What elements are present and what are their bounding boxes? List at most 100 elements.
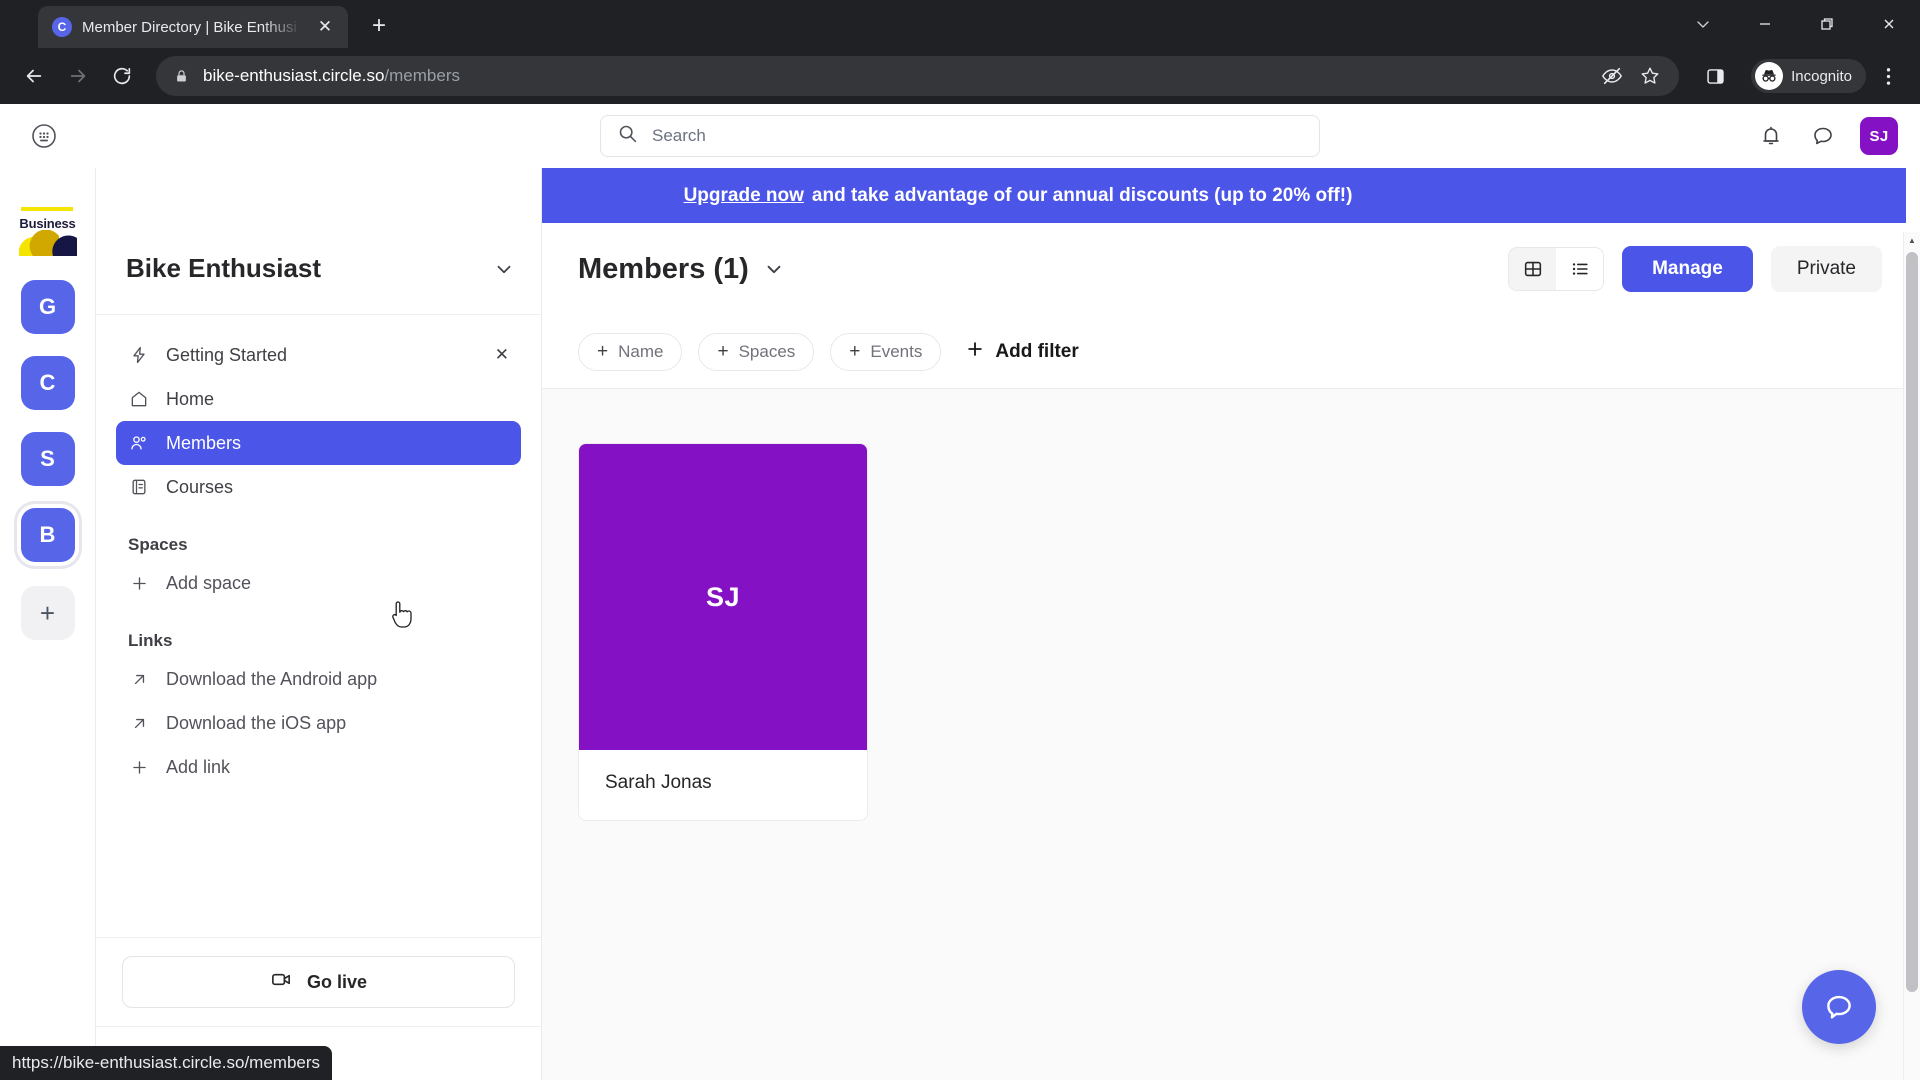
- sidebar-header[interactable]: Bike Enthusiast: [96, 223, 541, 315]
- members-grid: SJ Sarah Jonas: [542, 389, 1920, 1080]
- link-download-android-app[interactable]: Download the Android app: [116, 657, 521, 701]
- close-tab-button[interactable]: ✕: [312, 14, 338, 40]
- app-body: Business G C S B + Bike Enthusiast Getti…: [0, 168, 1920, 1080]
- profile-label: Incognito: [1791, 67, 1852, 85]
- reload-button[interactable]: [102, 56, 142, 96]
- apps-grid-circle-icon[interactable]: [22, 114, 66, 158]
- filter-chip-label: Events: [870, 341, 923, 361]
- add-space-label: Add space: [166, 572, 252, 593]
- sidebar-item-label: Members: [166, 432, 242, 453]
- bell-notification-icon[interactable]: [1756, 121, 1786, 151]
- plus-icon: +: [597, 341, 609, 362]
- scrollbar-thumb[interactable]: [1906, 252, 1918, 992]
- members-header: Members (1) Manage Private: [542, 223, 1920, 315]
- address-bar[interactable]: bike-enthusiast.circle.so/members: [156, 56, 1680, 96]
- app-header-actions: SJ: [1756, 117, 1898, 155]
- sidebar-item-getting-started[interactable]: Getting Started ✕: [116, 333, 521, 377]
- url-domain: bike-enthusiast.circle.so: [203, 66, 385, 85]
- add-link-button[interactable]: Add link: [116, 745, 521, 789]
- minimize-to-tray-button[interactable]: [1672, 0, 1734, 48]
- link-download-ios-app[interactable]: Download the iOS app: [116, 701, 521, 745]
- filter-chip-label: Spaces: [738, 341, 796, 361]
- search-wrap: Search: [600, 115, 1320, 157]
- community-b[interactable]: B: [17, 504, 79, 566]
- community-g[interactable]: G: [17, 276, 79, 338]
- list-view-button[interactable]: [1556, 248, 1604, 290]
- sidebar-item-courses[interactable]: Courses: [116, 465, 521, 509]
- tracking-protection-icon[interactable]: [1601, 65, 1623, 87]
- filter-chip-name[interactable]: + Name: [578, 332, 683, 371]
- search-icon: [617, 123, 638, 149]
- incognito-profile-button[interactable]: Incognito: [1751, 59, 1866, 93]
- rail-tile-letter: S: [20, 432, 75, 486]
- filter-chip-events[interactable]: + Events: [830, 332, 942, 371]
- tab-title: Member Directory | Bike Enthusi: [82, 18, 297, 36]
- circle-favicon: C: [52, 17, 72, 37]
- user-avatar[interactable]: SJ: [1860, 117, 1898, 155]
- members-main: Members (1) Manage Private + Name + Spac…: [542, 223, 1920, 1080]
- back-button[interactable]: [14, 56, 54, 96]
- view-toggle: [1508, 247, 1605, 291]
- close-window-button[interactable]: [1858, 0, 1920, 48]
- plus-icon: +: [849, 341, 861, 362]
- bookmark-star-icon[interactable]: [1639, 65, 1661, 87]
- community-c[interactable]: C: [17, 352, 79, 414]
- external-link-arrow-icon: [128, 670, 150, 689]
- dismiss-getting-started-button[interactable]: ✕: [495, 345, 509, 365]
- community-sidebar: Bike Enthusiast Getting Started ✕ Home M…: [96, 168, 542, 1080]
- search-placeholder: Search: [652, 126, 706, 145]
- filter-chip-spaces[interactable]: + Spaces: [698, 332, 815, 371]
- community-s[interactable]: S: [17, 428, 79, 490]
- sidebar-item-label: Home: [166, 388, 215, 409]
- minimize-button[interactable]: [1734, 0, 1796, 48]
- sidebar-item-label: Getting Started: [166, 344, 288, 365]
- grid-view-button[interactable]: [1509, 248, 1557, 290]
- page-scrollbar[interactable]: ▲: [1903, 232, 1920, 1080]
- external-link-arrow-icon: [128, 714, 150, 733]
- chevron-down-icon[interactable]: [493, 258, 515, 280]
- maximize-button[interactable]: [1796, 0, 1858, 48]
- logo-shape-icon: [18, 230, 77, 256]
- search-input[interactable]: Search: [600, 115, 1320, 157]
- chrome-menu-kebab-icon[interactable]: [1870, 56, 1906, 96]
- members-header-actions: Manage Private: [1508, 246, 1882, 292]
- courses-list-icon: [128, 477, 150, 497]
- sidebar-item-members[interactable]: Members: [116, 421, 521, 465]
- site-information-lock-icon[interactable]: [174, 69, 189, 84]
- sidebar-footer: Go live: [96, 937, 541, 1026]
- circle-app-header: Search SJ: [0, 104, 1920, 168]
- add-community-button[interactable]: +: [20, 586, 75, 640]
- filter-chip-label: Name: [618, 341, 664, 361]
- browser-window: C Member Directory | Bike Enthusi ✕ + bi…: [0, 0, 1920, 1080]
- sidebar-item-label: Courses: [166, 476, 234, 497]
- forward-button[interactable]: [58, 56, 98, 96]
- add-filter-button[interactable]: Add filter: [965, 339, 1079, 365]
- scroll-up-arrow-icon[interactable]: ▲: [1904, 232, 1920, 249]
- rail-tile-letter: C: [20, 356, 75, 410]
- page-title: Members (1): [578, 252, 749, 285]
- go-live-button[interactable]: Go live: [122, 956, 515, 1008]
- add-space-button[interactable]: Add space: [116, 561, 521, 605]
- sidebar-item-home[interactable]: Home: [116, 377, 521, 421]
- private-button[interactable]: Private: [1770, 246, 1882, 292]
- page-viewport: Search SJ Upgrade now and take advantage…: [0, 104, 1920, 1080]
- browser-toolbar: bike-enthusiast.circle.so/members Incogn…: [0, 48, 1920, 104]
- page-title-chevron-down-icon[interactable]: [763, 258, 785, 280]
- browser-tab[interactable]: C Member Directory | Bike Enthusi ✕: [38, 6, 348, 48]
- messenger-chat-bubble-icon[interactable]: [1802, 970, 1876, 1044]
- rail-tile-letter: G: [20, 280, 75, 334]
- incognito-hat-glasses-icon: [1755, 62, 1784, 90]
- links-section-title: Links: [128, 631, 173, 650]
- new-tab-button[interactable]: +: [362, 9, 396, 43]
- side-panel-icon[interactable]: [1695, 56, 1735, 96]
- add-filter-label: Add filter: [995, 340, 1079, 362]
- address-bar-url: bike-enthusiast.circle.so/members: [203, 66, 460, 86]
- member-card[interactable]: SJ Sarah Jonas: [578, 443, 868, 821]
- manage-button[interactable]: Manage: [1622, 246, 1753, 292]
- url-path: /members: [384, 66, 460, 85]
- member-name: Sarah Jonas: [605, 772, 712, 793]
- business-logo[interactable]: Business: [18, 204, 77, 262]
- community-rail: Business G C S B +: [0, 168, 96, 1080]
- filter-bar: + Name + Spaces + Events Add filter: [542, 315, 1920, 389]
- chat-bubble-icon[interactable]: [1808, 121, 1838, 151]
